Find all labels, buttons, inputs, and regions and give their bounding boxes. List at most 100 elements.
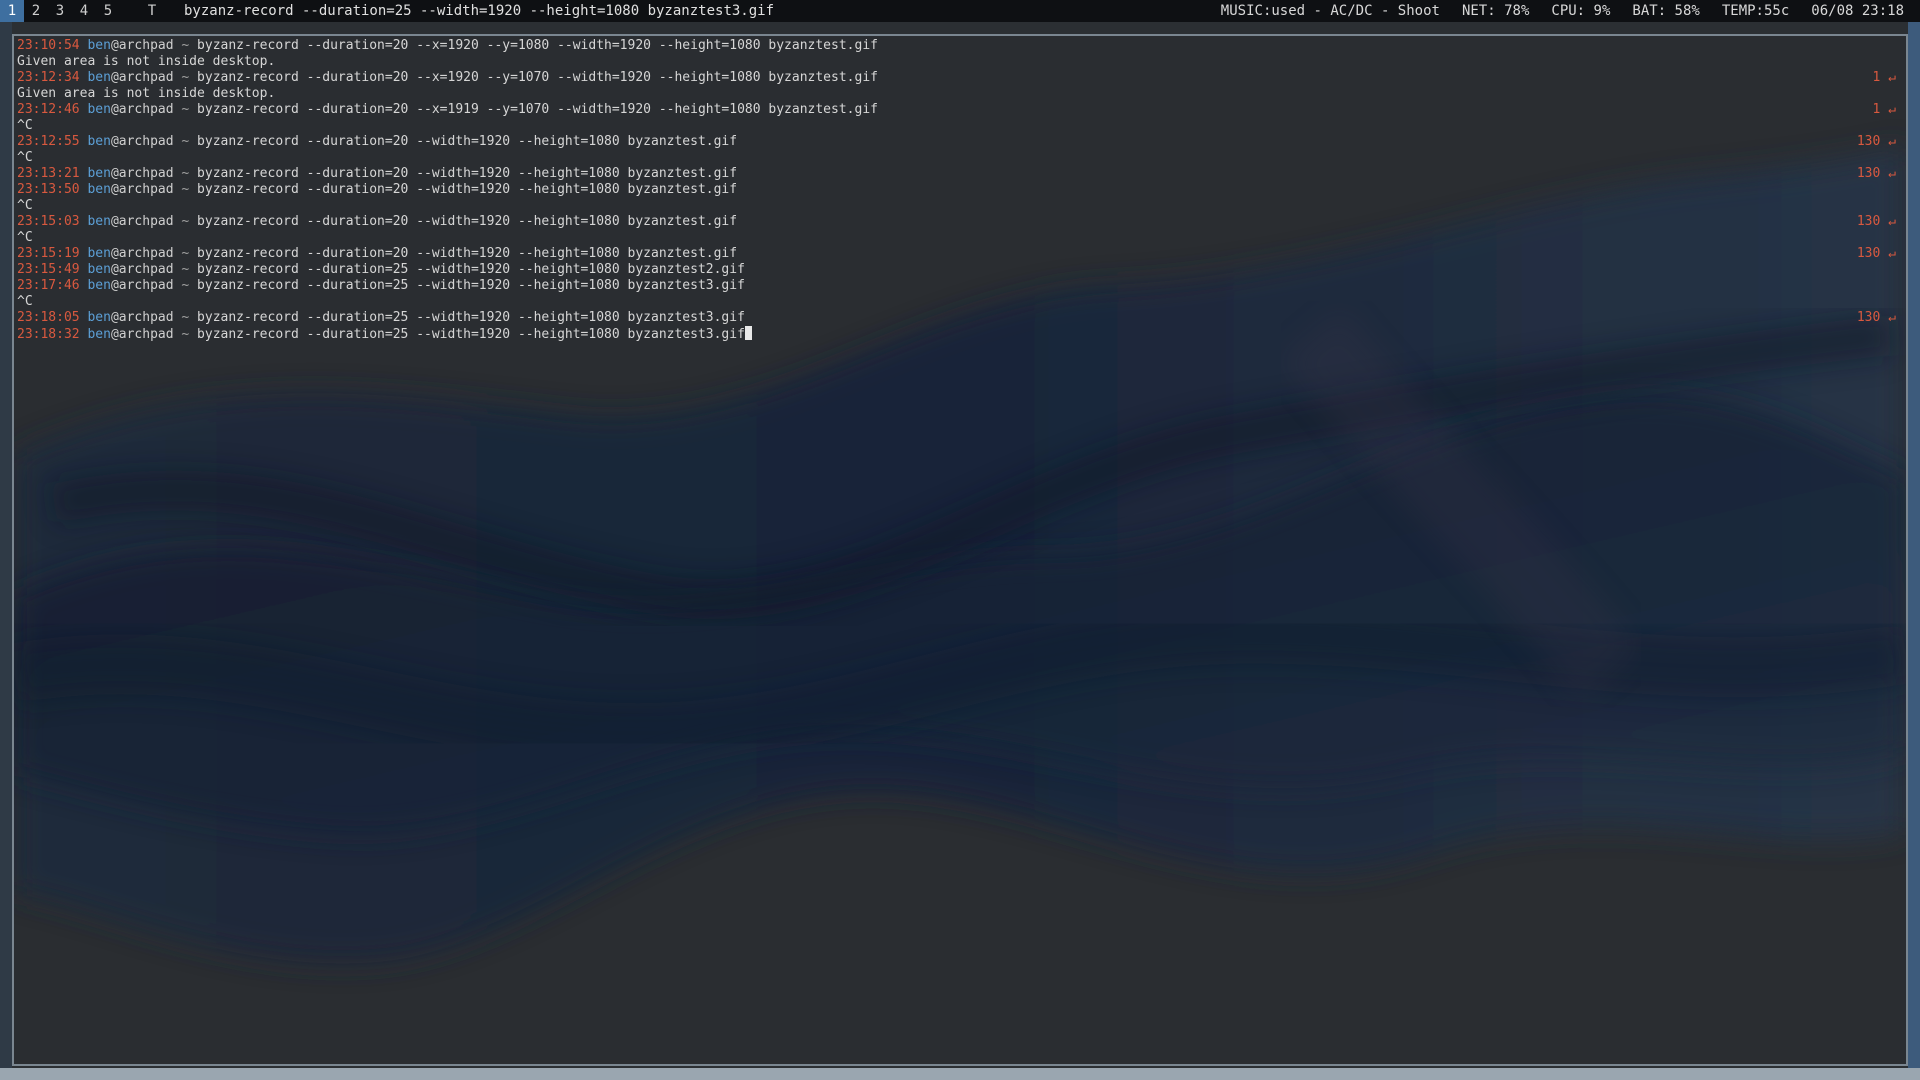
prompt-user: ben — [87, 214, 111, 229]
net-status: NET: 78% — [1461, 3, 1530, 19]
prompt-host: @archpad — [110, 278, 174, 293]
return-code: 130 ↵ — [1856, 134, 1896, 149]
prompt-line: 23:15:03 ben@archpad ~ byzanz-record --d… — [17, 214, 1896, 230]
output-text: ^C — [17, 230, 33, 245]
prompt-timestamp: 23:17:46 — [17, 278, 80, 293]
prompt-timestamp: 23:15:03 — [17, 214, 80, 229]
terminal-window[interactable]: 23:10:54 ben@archpad ~ byzanz-record --d… — [12, 34, 1908, 1066]
output-text: ^C — [17, 118, 33, 133]
prompt-timestamp: 23:12:55 — [17, 134, 80, 149]
command-text: byzanz-record --duration=20 --width=1920… — [197, 214, 738, 229]
command-text: byzanz-record --duration=25 --width=1920… — [197, 262, 745, 277]
output-line: ^C — [17, 198, 1896, 214]
wallpaper-edge-right — [1908, 22, 1920, 1068]
prompt-timestamp: 23:15:49 — [17, 262, 80, 277]
status-area: MUSIC:used - AC/DC - Shoot NET: 78% CPU:… — [1221, 0, 1904, 22]
workspace-2[interactable]: 2 — [24, 0, 48, 22]
output-text: ^C — [17, 294, 33, 309]
prompt-line: 23:17:46 ben@archpad ~ byzanz-record --d… — [17, 278, 1896, 294]
output-line: Given area is not inside desktop. — [17, 54, 1896, 70]
output-text: ^C — [17, 198, 33, 213]
prompt-line: 23:12:46 ben@archpad ~ byzanz-record --d… — [17, 102, 1896, 118]
prompt-cwd: ~ — [181, 214, 190, 229]
prompt-cwd: ~ — [181, 310, 190, 325]
prompt-host: @archpad — [110, 214, 174, 229]
prompt-host: @archpad — [110, 166, 174, 181]
workspace-3[interactable]: 3 — [48, 0, 72, 22]
prompt-cwd: ~ — [181, 327, 190, 342]
prompt-timestamp: 23:18:32 — [17, 327, 80, 342]
prompt-user: ben — [87, 262, 111, 277]
prompt-line: 23:15:49 ben@archpad ~ byzanz-record --d… — [17, 262, 1896, 278]
return-code: 130 ↵ — [1856, 246, 1896, 261]
wallpaper-edge-left — [0, 22, 12, 1068]
prompt-line: 23:13:21 ben@archpad ~ byzanz-record --d… — [17, 166, 1896, 182]
layout-indicator[interactable]: T — [140, 0, 164, 22]
prompt-user: ben — [87, 38, 111, 53]
prompt-cwd: ~ — [181, 102, 190, 117]
return-code: 1 ↵ — [1872, 70, 1896, 85]
prompt-host: @archpad — [110, 182, 174, 197]
prompt-host: @archpad — [110, 246, 174, 261]
output-text: ^C — [17, 150, 33, 165]
workspace-4[interactable]: 4 — [72, 0, 96, 22]
prompt-cwd: ~ — [181, 134, 190, 149]
output-line: ^C — [17, 294, 1896, 310]
return-code: 130 ↵ — [1856, 214, 1896, 229]
temperature-status: TEMP:55c — [1721, 3, 1790, 19]
output-line: ^C — [17, 118, 1896, 134]
prompt-line: 23:13:50 ben@archpad ~ byzanz-record --d… — [17, 182, 1896, 198]
prompt-cwd: ~ — [181, 182, 190, 197]
prompt-user: ben — [87, 310, 111, 325]
command-text: byzanz-record --duration=20 --x=1920 --y… — [197, 70, 878, 85]
prompt-cwd: ~ — [181, 166, 190, 181]
prompt-cwd: ~ — [181, 278, 190, 293]
command-text: byzanz-record --duration=25 --width=1920… — [197, 278, 745, 293]
prompt-line: 23:12:34 ben@archpad ~ byzanz-record --d… — [17, 70, 1896, 86]
prompt-user: ben — [87, 134, 111, 149]
prompt-timestamp: 23:18:05 — [17, 310, 80, 325]
cpu-status: CPU: 9% — [1551, 3, 1611, 19]
command-text: byzanz-record --duration=20 --width=1920… — [197, 182, 738, 197]
command-text: byzanz-record --duration=20 --x=1919 --y… — [197, 102, 878, 117]
prompt-line: 23:12:55 ben@archpad ~ byzanz-record --d… — [17, 134, 1896, 150]
prompt-user: ben — [87, 166, 111, 181]
command-text: byzanz-record --duration=20 --x=1920 --y… — [197, 38, 878, 53]
command-text: byzanz-record --duration=20 --width=1920… — [197, 134, 738, 149]
workspace-5[interactable]: 5 — [96, 0, 120, 22]
prompt-timestamp: 23:12:46 — [17, 102, 80, 117]
block-cursor-icon — [744, 326, 752, 340]
prompt-host: @archpad — [110, 70, 174, 85]
command-text: byzanz-record --duration=20 --width=1920… — [197, 246, 738, 261]
prompt-timestamp: 23:13:21 — [17, 166, 80, 181]
prompt-line: 23:18:05 ben@archpad ~ byzanz-record --d… — [17, 310, 1896, 326]
prompt-line: 23:10:54 ben@archpad ~ byzanz-record --d… — [17, 38, 1896, 54]
workspace-1[interactable]: 1 — [0, 0, 24, 22]
prompt-line: 23:15:19 ben@archpad ~ byzanz-record --d… — [17, 246, 1896, 262]
prompt-host: @archpad — [110, 38, 174, 53]
command-text: byzanz-record --duration=25 --width=1920… — [197, 310, 745, 325]
output-text: Given area is not inside desktop. — [17, 54, 276, 69]
prompt-cwd: ~ — [181, 262, 190, 277]
return-code: 130 ↵ — [1856, 310, 1896, 325]
prompt-user: ben — [87, 182, 111, 197]
output-text: Given area is not inside desktop. — [17, 86, 276, 101]
prompt-cwd: ~ — [181, 70, 190, 85]
wallpaper-edge-bottom — [0, 1068, 1920, 1080]
output-line: ^C — [17, 150, 1896, 166]
output-line: Given area is not inside desktop. — [17, 86, 1896, 102]
music-status: MUSIC:used - AC/DC - Shoot — [1220, 3, 1440, 19]
prompt-user: ben — [87, 102, 111, 117]
prompt-host: @archpad — [110, 262, 174, 277]
battery-status: BAT: 58% — [1632, 3, 1700, 19]
prompt-user: ben — [87, 327, 111, 342]
output-line: ^C — [17, 230, 1896, 246]
prompt-timestamp: 23:12:34 — [17, 70, 80, 85]
terminal-output[interactable]: 23:10:54 ben@archpad ~ byzanz-record --d… — [17, 38, 1896, 342]
command-text: byzanz-record --duration=25 --width=1920… — [197, 327, 745, 342]
prompt-user: ben — [87, 70, 111, 85]
return-code: 1 ↵ — [1872, 102, 1896, 117]
top-bar: 1 2 3 4 5 T byzanz-record --duration=25 … — [0, 0, 1920, 22]
prompt-line: 23:18:32 ben@archpad ~ byzanz-record --d… — [17, 326, 1896, 342]
prompt-host: @archpad — [110, 327, 174, 342]
